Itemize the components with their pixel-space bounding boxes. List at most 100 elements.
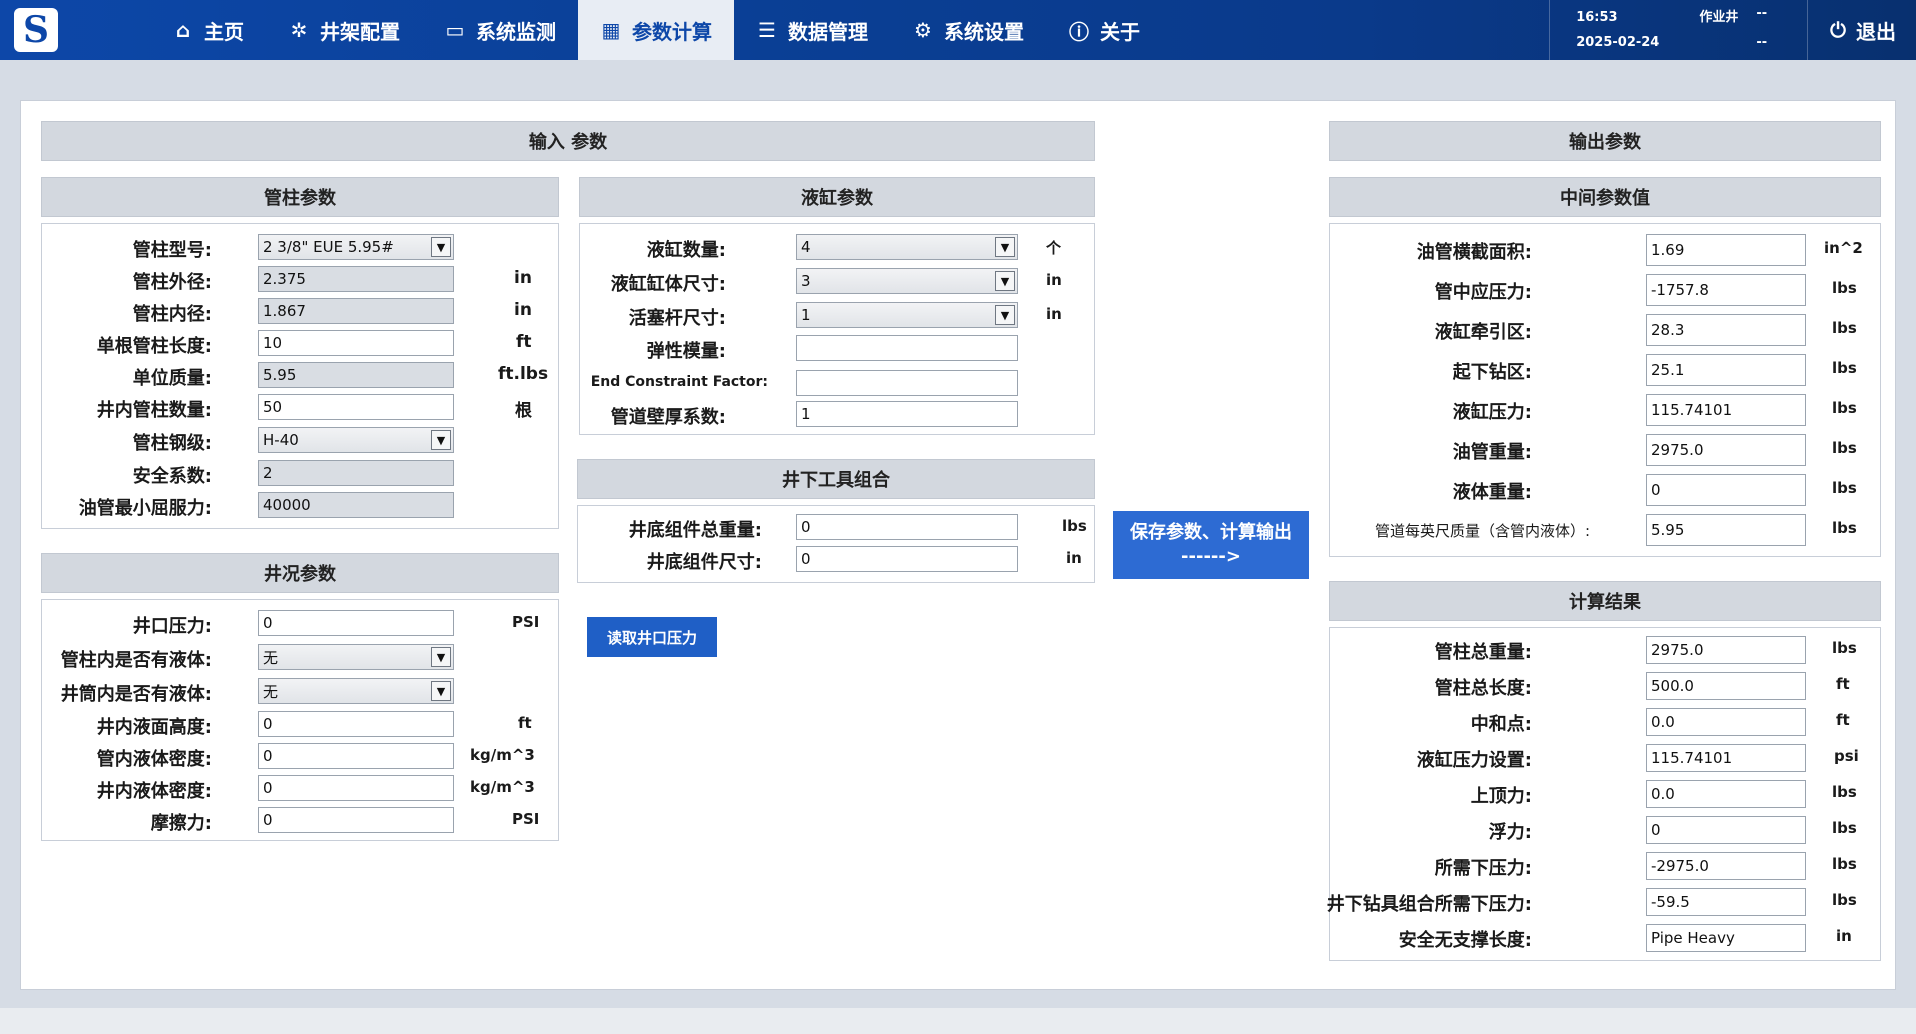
rod-size-select[interactable]: 1 ▼ xyxy=(796,302,1018,328)
unsupported-length-label: 安全无支撑长度: xyxy=(1398,930,1532,951)
read-wellhead-pressure-button[interactable]: 读取井口压力 xyxy=(587,617,717,657)
well-label: 作业井 xyxy=(1699,10,1739,25)
bha-weight-input[interactable]: 0 xyxy=(796,514,1018,540)
unit-mass-field: 5.95 xyxy=(258,362,454,388)
bha-header: 井下工具组合 xyxy=(577,459,1095,499)
bha-snub-force-label: 井下钻具组合所需下压力: xyxy=(1326,894,1532,915)
snub-force-field: -2975.0 xyxy=(1646,852,1806,880)
unit-label: in xyxy=(1046,271,1062,289)
main-nav: ⌂ 主页 ✲ 井架配置 ▭ 系统监测 ▦ 参数计算 ☰ 数据管理 ⚙ 系统设置 … xyxy=(150,0,1162,60)
unit-label: PSI xyxy=(512,613,540,631)
cylinder-bore-select[interactable]: 3 ▼ xyxy=(796,268,1018,294)
neutral-point-field: 0.0 xyxy=(1646,708,1806,736)
tubing-od-label: 管柱外径: xyxy=(132,272,212,293)
uplift-force-label: 上顶力: xyxy=(1470,786,1532,807)
cylinder-params-header: 液缸参数 xyxy=(579,177,1095,217)
intermediate-box: 油管横截面积: 1.69 in^2 管中应压力: -1757.8 lbs 液缸牵… xyxy=(1329,223,1881,557)
logout-button[interactable]: ⏻ 退出 xyxy=(1808,0,1916,60)
wall-thickness-input[interactable]: 1 xyxy=(796,401,1018,427)
chevron-down-icon[interactable]: ▼ xyxy=(431,647,451,667)
cylinder-pressure-label: 液缸压力: xyxy=(1452,402,1532,423)
save-and-calculate-button[interactable]: 保存参数、计算输出 ------> xyxy=(1113,511,1309,579)
joint-length-input[interactable]: 10 xyxy=(258,330,454,356)
tubing-params-box: 管柱型号: 2 3/8" EUE 5.95# ▼ 管柱外径: 2.375 in … xyxy=(41,223,559,529)
unit-label: 根 xyxy=(515,401,532,421)
nav-item-data-mgmt[interactable]: ☰ 数据管理 xyxy=(734,0,890,60)
status-panel: 16:53 2025-02-24 作业井 -- 作业井 -- xyxy=(1549,0,1809,60)
bha-size-label: 井底组件尺寸: xyxy=(646,552,762,573)
datetime: 16:53 2025-02-24 xyxy=(1576,10,1659,50)
derrick-icon: ✲ xyxy=(290,18,308,42)
tubing-fluid-density-label: 管内液体密度: xyxy=(96,749,212,770)
min-yield-label: 油管最小屈服力: xyxy=(78,498,212,519)
tubing-model-select[interactable]: 2 3/8" EUE 5.95# ▼ xyxy=(258,234,454,260)
nav-item-system-monitor[interactable]: ▭ 系统监测 xyxy=(422,0,578,60)
well-fluid-density-input[interactable]: 0 xyxy=(258,775,454,801)
nav-label: 数据管理 xyxy=(788,19,868,44)
friction-input[interactable]: 0 xyxy=(258,807,454,833)
uplift-force-field: 0.0 xyxy=(1646,780,1806,808)
unit-label: lbs xyxy=(1832,783,1857,801)
elastic-modulus-input[interactable] xyxy=(796,335,1018,361)
nav-item-about[interactable]: ⓘ 关于 xyxy=(1046,0,1162,60)
gear-icon: ⚙ xyxy=(914,18,932,42)
cross-section-field: 1.69 xyxy=(1646,234,1806,266)
chevron-down-icon[interactable]: ▼ xyxy=(995,237,1015,257)
tubing-model-label: 管柱型号: xyxy=(132,240,212,261)
power-icon: ⏻ xyxy=(1830,18,1846,42)
unit-label: in^2 xyxy=(1824,239,1863,257)
nav-item-home[interactable]: ⌂ 主页 xyxy=(150,0,266,60)
unit-label: ft xyxy=(518,714,532,732)
fluid-weight-label: 液体重量: xyxy=(1452,482,1532,503)
nav-item-settings[interactable]: ⚙ 系统设置 xyxy=(890,0,1046,60)
bha-size-input[interactable]: 0 xyxy=(796,546,1018,572)
cylinder-pressure-field: 115.74101 xyxy=(1646,394,1806,426)
well-params-header: 井况参数 xyxy=(41,553,559,593)
well-value-2: -- xyxy=(1756,35,1768,50)
cylinder-bore-label: 液缸缸体尺寸: xyxy=(610,274,726,295)
nav-label: 系统监测 xyxy=(476,19,556,44)
total-length-field: 500.0 xyxy=(1646,672,1806,700)
chevron-down-icon[interactable]: ▼ xyxy=(995,305,1015,325)
steel-grade-select[interactable]: H-40 ▼ xyxy=(258,427,454,453)
tubing-od-field: 2.375 xyxy=(258,266,454,292)
clock-date: 2025-02-24 xyxy=(1576,35,1660,50)
chevron-down-icon[interactable]: ▼ xyxy=(431,681,451,701)
tubing-id-label: 管柱内径: xyxy=(132,304,212,325)
chevron-down-icon[interactable]: ▼ xyxy=(431,430,451,450)
wellhead-pressure-input[interactable]: 0 xyxy=(258,610,454,636)
well-fluid-density-label: 井内液体密度: xyxy=(96,781,212,802)
footer-strip xyxy=(0,1008,1916,1034)
tubing-fluid-select[interactable]: 无 ▼ xyxy=(258,644,454,670)
output-params-header: 输出参数 xyxy=(1329,121,1881,161)
database-icon: ☰ xyxy=(758,18,776,42)
nav-item-param-calc[interactable]: ▦ 参数计算 xyxy=(578,0,734,60)
chevron-down-icon[interactable]: ▼ xyxy=(995,271,1015,291)
end-constraint-input[interactable] xyxy=(796,370,1018,396)
logout-label: 退出 xyxy=(1856,19,1896,44)
fluid-weight-field: 0 xyxy=(1646,474,1806,506)
unit-label: in xyxy=(514,300,532,320)
rod-size-label: 活塞杆尺寸: xyxy=(628,308,726,329)
unit-label: lbs xyxy=(1832,319,1857,337)
nav-label: 参数计算 xyxy=(632,19,712,44)
wellbore-fluid-select[interactable]: 无 ▼ xyxy=(258,678,454,704)
joint-count-input[interactable]: 50 xyxy=(258,394,454,420)
steel-grade-label: 管柱钢级: xyxy=(132,433,212,454)
chevron-down-icon[interactable]: ▼ xyxy=(431,237,451,257)
unit-label: lbs xyxy=(1832,439,1857,457)
trip-zone-label: 起下钻区: xyxy=(1452,362,1532,383)
fluid-level-input[interactable]: 0 xyxy=(258,711,454,737)
input-params-header: 输入 参数 xyxy=(41,121,1095,161)
cylinder-count-select[interactable]: 4 ▼ xyxy=(796,234,1018,260)
unit-label: in xyxy=(514,268,532,288)
cylinder-pull-label: 液缸牵引区: xyxy=(1434,322,1532,343)
arrow-right-icon: ------> xyxy=(1181,546,1241,567)
safety-factor-field: 2 xyxy=(258,460,454,486)
save-calc-label: 保存参数、计算输出 xyxy=(1130,521,1292,543)
unit-label: psi xyxy=(1834,747,1859,765)
nav-item-derrick-config[interactable]: ✲ 井架配置 xyxy=(266,0,422,60)
cylinder-count-label: 液缸数量: xyxy=(646,240,726,261)
tubing-fluid-density-input[interactable]: 0 xyxy=(258,743,454,769)
tubing-stress-label: 管中应压力: xyxy=(1434,282,1532,303)
